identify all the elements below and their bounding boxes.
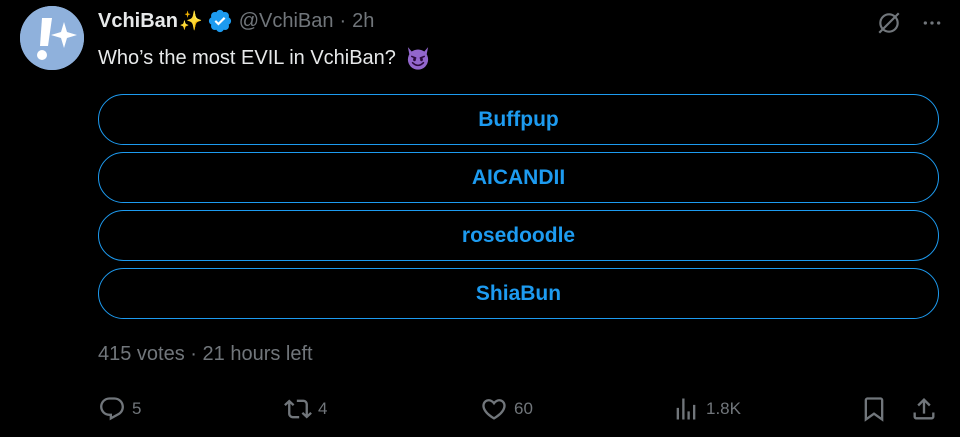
poll-meta: 415 votes · 21 hours left [98,343,313,366]
tweet-text: Who’s the most EVIL in VchiBan? [98,44,432,72]
poll-meta-separator: · [190,343,197,365]
poll-option-label: ShiaBun [475,281,562,305]
reply-icon [100,397,124,421]
poll-option-label: rosedoodle [461,223,576,247]
poll-time-left: 21 hours left [202,343,313,365]
bookmark-button[interactable] [860,395,894,423]
grok-icon[interactable] [876,10,902,36]
more-options-icon[interactable] [922,13,942,33]
top-actions [876,10,942,36]
poll-option-label: Buffpup [478,107,559,131]
retweet-icon [284,399,312,419]
sparkles-emoji: ✨ [179,11,203,32]
tweet-header: VchiBan ✨ @VchiBan · 2h [98,8,374,34]
share-icon [913,398,935,420]
bookmark-icon [864,397,884,422]
like-button[interactable]: 60 [480,395,533,423]
like-count: 60 [514,399,533,418]
avatar-logo-icon [20,6,84,70]
reply-button[interactable]: 5 [98,395,141,423]
retweet-button[interactable]: 4 [284,395,327,423]
poll-option-1[interactable]: Buffpup [98,94,939,145]
heart-icon [482,399,506,420]
poll: Buffpup AICANDII rosedoodle ShiaBun [98,94,939,326]
views-count: 1.8K [706,399,741,418]
author-handle[interactable]: @VchiBan [239,10,334,33]
poll-option-label: AICANDII [471,165,566,189]
avatar[interactable] [20,6,84,70]
reply-count: 5 [132,399,142,418]
poll-option-4[interactable]: ShiaBun [98,268,939,319]
smiling-imp-emoji-icon [407,47,429,70]
post-time[interactable]: 2h [352,10,374,33]
header-separator: · [339,9,347,32]
poll-votes: 415 votes [98,343,185,365]
verified-badge-icon[interactable] [207,8,233,34]
share-button[interactable] [910,395,944,423]
tweet-text-content: Who’s the most EVIL in VchiBan? [98,46,396,69]
action-bar: 5 4 60 1.8K [98,395,940,423]
poll-option-3[interactable]: rosedoodle [98,210,939,261]
poll-option-2[interactable]: AICANDII [98,152,939,203]
views-chart-icon [676,398,696,420]
views-button[interactable]: 1.8K [672,395,741,423]
author-name[interactable]: VchiBan [98,10,178,33]
retweet-count: 4 [318,399,328,418]
